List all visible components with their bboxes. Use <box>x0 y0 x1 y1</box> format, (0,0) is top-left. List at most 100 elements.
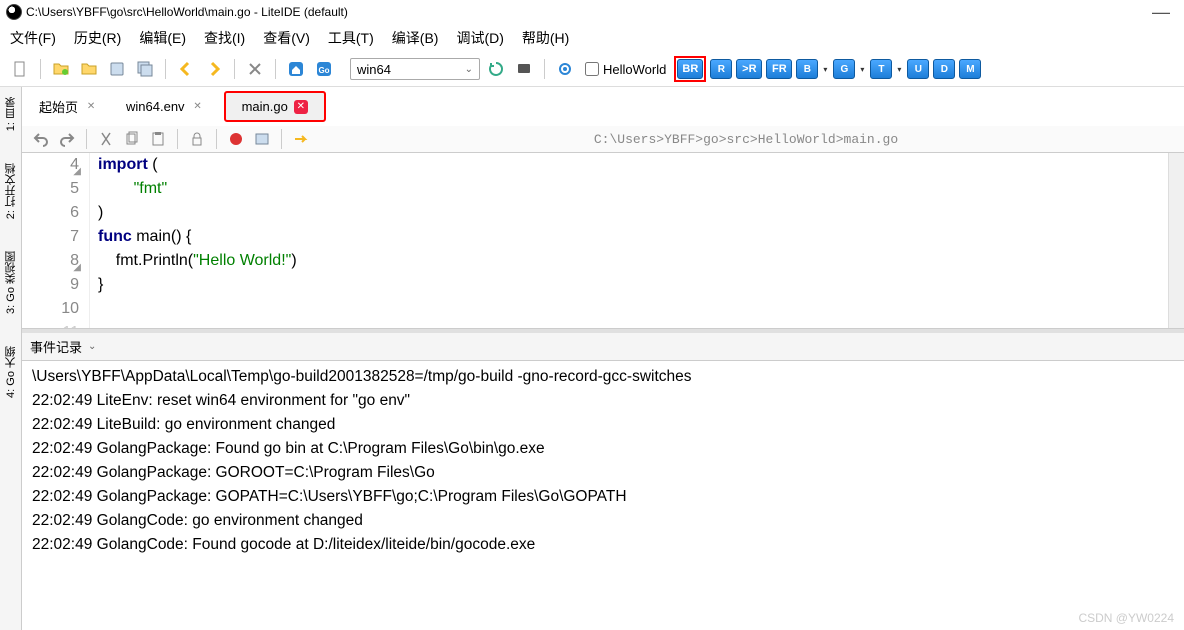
menubar: 文件(F) 历史(R) 编辑(E) 查找(I) 查看(V) 工具(T) 编译(B… <box>0 24 1184 52</box>
separator <box>216 129 217 149</box>
menu-edit[interactable]: 编辑(E) <box>139 28 186 48</box>
bookmark-nav-icon[interactable] <box>251 128 273 150</box>
minimize-button[interactable]: — <box>1144 2 1178 23</box>
line-number-gutter: 4◢ 5 6 7 8◢ 9 10 11 <box>22 153 90 328</box>
save-all-icon[interactable] <box>133 57 157 81</box>
window-title: C:\Users\YBFF\go\src\HelloWorld\main.go … <box>26 5 1144 19</box>
log-line: 22:02:49 GolangCode: go environment chan… <box>32 509 1174 533</box>
app-icon <box>6 4 22 20</box>
sidetab-dirs[interactable]: 1: 目录 <box>1 91 21 137</box>
log-line: 22:02:49 LiteEnv: reset win64 environmen… <box>32 389 1174 413</box>
chevron-down-icon: ⌄ <box>465 64 473 75</box>
close-icon[interactable]: ✕ <box>294 100 308 114</box>
br-button[interactable]: BR <box>677 59 703 79</box>
code-editor[interactable]: 4◢ 5 6 7 8◢ 9 10 11 import ( "fmt")func … <box>22 153 1184 329</box>
log-line: 22:02:49 LiteBuild: go environment chang… <box>32 413 1174 437</box>
menu-help[interactable]: 帮助(H) <box>522 28 569 48</box>
redo-icon[interactable] <box>56 128 78 150</box>
menu-tools[interactable]: 工具(T) <box>328 28 374 48</box>
t-button[interactable]: T <box>870 59 892 79</box>
forward-icon[interactable] <box>202 57 226 81</box>
separator <box>275 59 276 79</box>
log-line: 22:02:49 GolangCode: Found gocode at D:/… <box>32 533 1174 557</box>
close-icon[interactable]: ✕ <box>191 100 205 114</box>
gear-icon[interactable] <box>553 57 577 81</box>
separator <box>544 59 545 79</box>
env-selected-value: win64 <box>357 62 391 77</box>
separator <box>177 129 178 149</box>
menu-find[interactable]: 查找(I) <box>204 28 245 48</box>
log-line: \Users\YBFF\AppData\Local\Temp\go-build2… <box>32 365 1174 389</box>
t-dropdown-icon[interactable]: ▾ <box>897 65 901 74</box>
file-tab-bar: 起始页 ✕ win64.env ✕ main.go ✕ <box>22 87 1184 126</box>
separator <box>281 129 282 149</box>
sr-button[interactable]: >R <box>736 59 762 79</box>
separator <box>86 129 87 149</box>
record-icon[interactable] <box>225 128 247 150</box>
b-button[interactable]: B <box>796 59 818 79</box>
chevron-down-icon: ⌄ <box>88 341 96 352</box>
close-icon[interactable]: ✕ <box>84 100 98 114</box>
log-panel: 事件记录 ⌄ \Users\YBFF\AppData\Local\Temp\go… <box>22 333 1184 630</box>
g-button[interactable]: G <box>833 59 855 79</box>
log-panel-header[interactable]: 事件记录 ⌄ <box>22 333 1184 361</box>
u-button[interactable]: U <box>907 59 929 79</box>
sidetab-opendocs[interactable]: 2: 打开文档 <box>1 157 21 225</box>
menu-file[interactable]: 文件(F) <box>10 28 56 48</box>
copy-icon[interactable] <box>121 128 143 150</box>
go-icon[interactable]: Go <box>312 57 336 81</box>
log-line: 22:02:49 GolangPackage: GOROOT=C:\Progra… <box>32 461 1174 485</box>
sidetab-outline[interactable]: 4: Go 大纲 <box>1 340 21 404</box>
log-output[interactable]: \Users\YBFF\AppData\Local\Temp\go-build2… <box>22 361 1184 630</box>
separator <box>40 59 41 79</box>
d-button[interactable]: D <box>933 59 955 79</box>
project-name: HelloWorld <box>603 62 666 77</box>
sidetab-classview[interactable]: 3: Go 类视图 <box>1 245 21 320</box>
separator <box>165 59 166 79</box>
editor-scrollbar[interactable] <box>1168 153 1184 328</box>
g-dropdown-icon[interactable]: ▾ <box>860 65 864 74</box>
back-icon[interactable] <box>174 57 198 81</box>
main-toolbar: Go win64 ⌄ HelloWorld BR R >R FR B ▾ G ▾ T… <box>0 52 1184 87</box>
menu-history[interactable]: 历史(R) <box>74 28 121 48</box>
lock-icon[interactable] <box>186 128 208 150</box>
log-line: 22:02:49 GolangPackage: Found go bin at … <box>32 437 1174 461</box>
editor-toolbar: C:\Users>YBFF>go>src>HelloWorld>main.go <box>22 126 1184 153</box>
monitor-icon[interactable] <box>512 57 536 81</box>
separator <box>234 59 235 79</box>
fr-button[interactable]: FR <box>766 59 792 79</box>
new-file-icon[interactable] <box>8 57 32 81</box>
project-checkbox-input[interactable] <box>585 62 599 76</box>
breadcrumb: C:\Users>YBFF>go>src>HelloWorld>main.go <box>316 132 1176 147</box>
paste-icon[interactable] <box>147 128 169 150</box>
tab-label: 起始页 <box>39 97 78 116</box>
highlight-br-button: BR <box>674 56 706 82</box>
tab-env-file[interactable]: win64.env ✕ <box>117 94 214 119</box>
sidebar: 1: 目录 2: 打开文档 3: Go 类视图 4: Go 大纲 <box>0 87 22 630</box>
b-dropdown-icon[interactable]: ▾ <box>823 65 827 74</box>
tab-label: main.go <box>242 99 288 114</box>
m-button[interactable]: M <box>959 59 981 79</box>
tab-start-page[interactable]: 起始页 ✕ <box>30 92 107 121</box>
tools-icon[interactable] <box>243 57 267 81</box>
cut-icon[interactable] <box>95 128 117 150</box>
svg-text:Go: Go <box>318 66 329 75</box>
tab-label: win64.env <box>126 99 185 114</box>
env-selector[interactable]: win64 ⌄ <box>350 58 480 80</box>
open-folder-icon[interactable] <box>49 57 73 81</box>
r-button[interactable]: R <box>710 59 732 79</box>
titlebar: C:\Users\YBFF\go\src\HelloWorld\main.go … <box>0 0 1184 24</box>
home-icon[interactable] <box>284 57 308 81</box>
code-body[interactable]: import ( "fmt")func main() { fmt.Println… <box>90 153 1168 328</box>
save-icon[interactable] <box>105 57 129 81</box>
project-checkbox[interactable]: HelloWorld <box>585 62 666 77</box>
menu-debug[interactable]: 调试(D) <box>456 28 503 48</box>
undo-icon[interactable] <box>30 128 52 150</box>
folder-icon[interactable] <box>77 57 101 81</box>
menu-build[interactable]: 编译(B) <box>392 28 439 48</box>
refresh-icon[interactable] <box>484 57 508 81</box>
tab-main-go[interactable]: main.go ✕ <box>224 91 326 122</box>
log-panel-title: 事件记录 <box>30 337 82 356</box>
jump-icon[interactable] <box>290 128 312 150</box>
menu-view[interactable]: 查看(V) <box>263 28 310 48</box>
